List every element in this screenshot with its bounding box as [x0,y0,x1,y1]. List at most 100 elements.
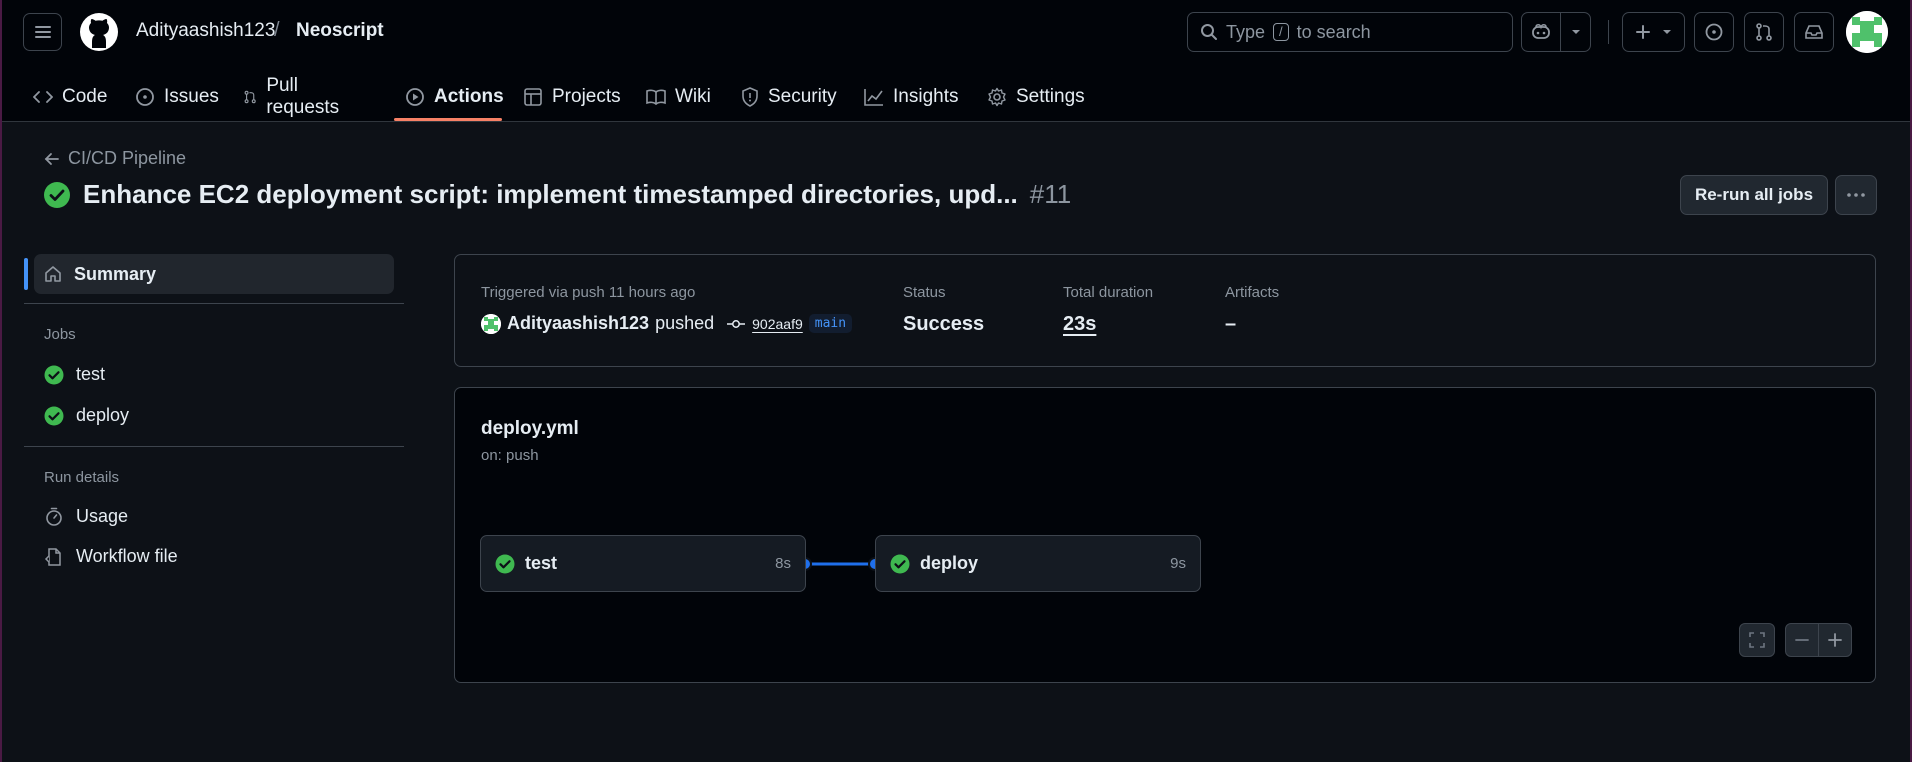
job-name: test [525,553,558,573]
inbox-button[interactable] [1794,12,1834,52]
status-value: Success [903,313,985,335]
kebab-horizontal-icon [1847,193,1865,197]
trigger-label: Triggered via push 11 hours ago [481,284,696,301]
pull-request-icon [244,90,256,104]
workflow-graph-card: deploy.yml on: push test 8s deploy 9s [454,387,1876,683]
push-info: Adityaashish123 pushed 902aaf9 main [481,313,853,334]
tab-insights[interactable]: Insights [864,72,958,122]
plus-icon [1828,633,1842,647]
sidebar-item-label: Usage [76,506,129,526]
breadcrumb-separator: / [274,19,280,41]
check-circle-icon [44,181,70,208]
tab-projects[interactable]: Projects [523,72,621,122]
user-avatar[interactable] [1846,11,1888,53]
check-circle-icon [890,554,910,573]
book-icon [646,89,666,106]
zoom-in-button[interactable] [1818,623,1852,657]
status-label: Status [903,284,946,301]
branch-badge[interactable]: main [808,314,853,333]
run-summary-card: Triggered via push 11 hours ago Adityaas… [454,254,1876,367]
active-tab-indicator [394,118,502,121]
run-title-row: Enhance EC2 deployment script: implement… [43,179,1071,210]
rerun-all-jobs-button[interactable]: Re-run all jobs [1680,175,1828,215]
tab-label: Issues [164,86,219,107]
inbox-icon [1805,25,1823,39]
check-circle-icon [495,554,515,573]
sidebar-item-workflow-file[interactable]: Workflow file [44,546,178,567]
pull-requests-shortcut-button[interactable] [1744,12,1784,52]
arrow-left-icon [44,152,59,165]
check-circle-icon [44,406,64,425]
copilot-button[interactable] [1521,12,1561,52]
more-options-button[interactable] [1835,175,1877,215]
page-title: Enhance EC2 deployment script: implement… [83,179,1018,209]
artifacts-label: Artifacts [1225,284,1280,301]
search-input[interactable]: Type / to search [1187,12,1513,52]
sidebar-item-usage[interactable]: Usage [44,506,128,527]
check-circle-icon [44,365,64,384]
tab-wiki[interactable]: Wiki [646,72,711,122]
job-node-deploy[interactable]: deploy 9s [875,535,1201,592]
duration-label: Total duration [1063,284,1154,301]
tab-settings[interactable]: Settings [987,72,1085,122]
issues-shortcut-button[interactable] [1694,12,1734,52]
search-prefix: Type [1226,21,1266,42]
tab-actions[interactable]: Actions [405,72,504,122]
tab-label: Wiki [675,86,711,107]
fullscreen-button[interactable] [1739,623,1775,657]
tab-label: Pull requests [266,75,340,118]
tab-pull-requests[interactable]: Pull requests [243,72,345,122]
global-header: Adityaashish123 / Neoscript Type / to se… [2,0,1910,122]
breadcrumb-repo[interactable]: Neoscript [296,20,384,42]
sidebar-divider [24,303,404,304]
plus-icon [1635,25,1650,39]
zoom-out-button[interactable] [1785,623,1819,657]
job-node-test[interactable]: test 8s [480,535,806,592]
duration-link[interactable]: 23s [1063,313,1096,336]
pull-request-icon [1756,23,1772,41]
tab-label: Actions [434,86,504,107]
search-icon [1201,24,1217,40]
minus-icon [1795,639,1809,641]
sidebar-item-job-test[interactable]: test [44,364,105,385]
actor-name[interactable]: Adityaashish123 [507,313,649,334]
create-new-button[interactable] [1622,12,1685,52]
table-icon [524,88,542,106]
copilot-menu-button[interactable] [1560,12,1591,52]
menu-button[interactable] [23,13,62,51]
commit-icon [727,319,746,328]
issue-icon [1705,23,1723,41]
file-code-icon [44,547,61,566]
home-icon [45,266,61,282]
tab-security[interactable]: Security [741,72,837,122]
sidebar-divider [24,446,404,447]
commit-sha-link[interactable]: 902aaf9 [752,316,803,332]
header-divider [1608,20,1609,44]
tab-label: Code [62,86,108,107]
back-link-label: CI/CD Pipeline [68,148,187,168]
back-to-workflow-link[interactable]: CI/CD Pipeline [44,148,186,169]
screen-full-icon [1749,632,1765,648]
sidebar-item-summary[interactable]: Summary [34,254,394,294]
sidebar-item-label: Summary [74,263,157,284]
gear-icon [988,87,1006,107]
run-number: #11 [1029,179,1072,209]
sidebar-item-label: Workflow file [76,546,178,566]
tab-code[interactable]: Code [33,72,107,122]
code-icon [33,91,53,103]
breadcrumb-owner[interactable]: Adityaashish123 [136,20,275,42]
shield-icon [742,87,758,107]
actor-avatar[interactable] [481,313,501,334]
sidebar-item-label: deploy [76,405,130,425]
chevron-down-icon [1662,30,1671,34]
push-action: pushed [655,313,715,333]
tab-label: Insights [893,86,959,107]
hamburger-icon [34,26,51,38]
tab-issues[interactable]: Issues [135,72,219,122]
issue-icon [136,88,154,106]
search-suffix: to search [1296,21,1371,42]
sidebar-item-job-deploy[interactable]: deploy [44,405,129,426]
github-logo-icon[interactable] [79,12,119,52]
graph-icon [864,89,883,106]
play-icon [406,88,424,106]
